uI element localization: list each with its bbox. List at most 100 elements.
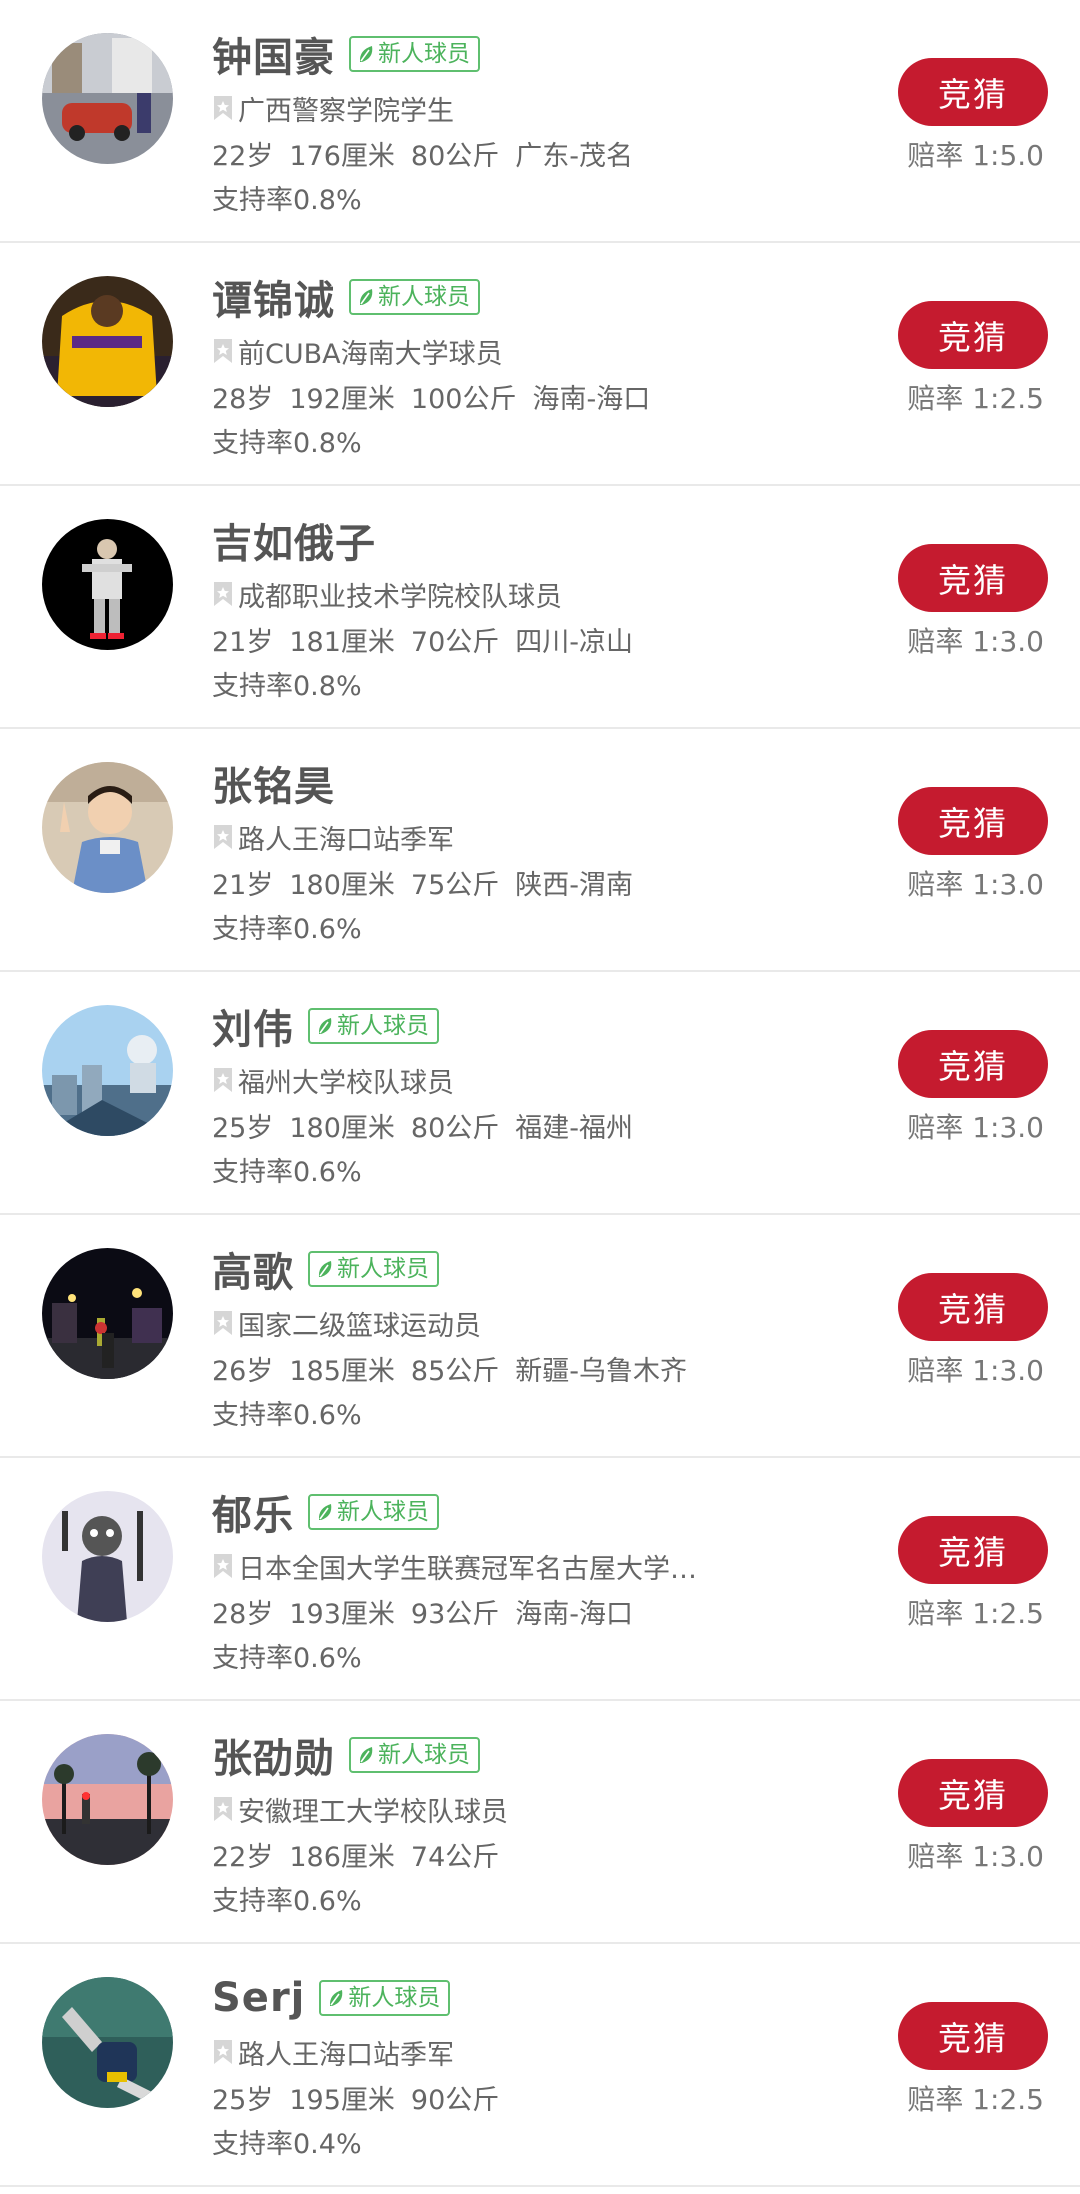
leaf-icon xyxy=(359,289,373,305)
bookmark-icon xyxy=(214,1797,232,1821)
new-player-badge: 新人球员 xyxy=(349,36,480,72)
bet-button[interactable]: 竞猜 xyxy=(898,58,1048,126)
avatar[interactable] xyxy=(42,1005,173,1136)
bookmark-icon xyxy=(214,96,232,120)
bet-button[interactable]: 竞猜 xyxy=(898,544,1048,612)
player-weight: 80公斤 xyxy=(410,141,500,172)
player-row[interactable]: 谭锦诚 新人球员 前CUBA海南大学球员 28岁 192厘米 100公斤 海南-海口 支持率0… xyxy=(0,243,1080,486)
player-info: 张劭勋 新人球员 安徽理工大学校队球员 22岁 186厘米 74公斤 支持率0.6% xyxy=(212,1727,880,1917)
badge-label: 新人球员 xyxy=(348,1985,441,2011)
odds-text: 赔率 1:3.0 xyxy=(907,1840,1044,1873)
player-region: 海南-海口 xyxy=(515,1599,634,1630)
player-weight: 100公斤 xyxy=(410,384,517,415)
player-height: 176厘米 xyxy=(289,141,395,172)
avatar[interactable] xyxy=(42,1977,173,2108)
avatar[interactable] xyxy=(42,1491,173,1622)
player-stats: 25岁 195厘米 90公斤 xyxy=(212,2078,880,2116)
bet-button[interactable]: 竞猜 xyxy=(898,1759,1048,1827)
player-name: 刘伟 xyxy=(212,1007,294,1053)
player-height: 195厘米 xyxy=(289,2085,395,2116)
player-info: 刘伟 新人球员 福州大学校队球员 25岁 180厘米 80公斤 福建-福州 支持率0.6% xyxy=(212,998,880,1188)
player-region: 广东-茂名 xyxy=(515,141,634,172)
player-region: 海南-海口 xyxy=(532,384,651,415)
support-rate: 支持率0.6% xyxy=(212,1157,362,1188)
player-region: 四川-凉山 xyxy=(515,627,634,658)
bookmark-icon xyxy=(214,2040,232,2064)
player-list: 钟国豪 新人球员 广西警察学院学生 22岁 176厘米 80公斤 广东-茂名 支持率0.8% 竞… xyxy=(0,0,1080,2187)
badge-label: 新人球员 xyxy=(337,1499,429,1525)
odds-text: 赔率 1:3.0 xyxy=(907,625,1044,658)
bookmark-icon xyxy=(214,1068,232,1092)
player-title-line: 国家二级篮球运动员 xyxy=(212,1305,880,1341)
player-row[interactable]: 张劭勋 新人球员 安徽理工大学校队球员 22岁 186厘米 74公斤 支持率0.6% 竞猜 赔率… xyxy=(0,1701,1080,1944)
player-row[interactable]: 高歌 新人球员 国家二级篮球运动员 26岁 185厘米 85公斤 新疆-乌鲁木齐 支持率0.6… xyxy=(0,1215,1080,1458)
player-row[interactable]: 刘伟 新人球员 福州大学校队球员 25岁 180厘米 80公斤 福建-福州 支持率0.6% 竞猜… xyxy=(0,972,1080,1215)
player-info: 谭锦诚 新人球员 前CUBA海南大学球员 28岁 192厘米 100公斤 海南-海口 支持率0… xyxy=(212,269,880,459)
player-age: 28岁 xyxy=(212,1599,274,1630)
player-stats: 28岁 193厘米 93公斤 海南-海口 xyxy=(212,1592,880,1630)
leaf-icon xyxy=(318,1504,332,1520)
player-age: 22岁 xyxy=(212,1842,274,1873)
player-age: 21岁 xyxy=(212,870,274,901)
bet-button[interactable]: 竞猜 xyxy=(898,2002,1048,2070)
player-region: 新疆-乌鲁木齐 xyxy=(515,1356,688,1387)
player-title: 安徽理工大学校队球员 xyxy=(238,1796,508,1828)
odds-text: 赔率 1:3.0 xyxy=(907,1354,1044,1387)
player-weight: 90公斤 xyxy=(410,2085,500,2116)
player-title-line: 广西警察学院学生 xyxy=(212,90,880,126)
avatar[interactable] xyxy=(42,33,173,164)
player-title-line: 路人王海口站季军 xyxy=(212,2034,880,2070)
player-row[interactable]: 吉如俄子 成都职业技术学院校队球员 21岁 181厘米 70公斤 四川-凉山 支持率0.8%… xyxy=(0,486,1080,729)
badge-label: 新人球员 xyxy=(378,1742,470,1768)
player-stats: 21岁 181厘米 70公斤 四川-凉山 xyxy=(212,620,880,658)
new-player-badge: 新人球员 xyxy=(308,1008,439,1044)
player-age: 25岁 xyxy=(212,1113,274,1144)
bet-button[interactable]: 竞猜 xyxy=(898,301,1048,369)
player-row[interactable]: 钟国豪 新人球员 广西警察学院学生 22岁 176厘米 80公斤 广东-茂名 支持率0.8% 竞… xyxy=(0,0,1080,243)
support-rate: 支持率0.8% xyxy=(212,428,362,459)
avatar[interactable] xyxy=(42,1734,173,1865)
player-title: 路人王海口站季军 xyxy=(238,824,454,856)
player-title: 日本全国大学生联赛冠军名古屋大学校队 xyxy=(238,1553,718,1585)
player-name: Serj xyxy=(212,1975,306,2021)
avatar[interactable] xyxy=(42,276,173,407)
player-name: 钟国豪 xyxy=(212,35,335,81)
support-rate: 支持率0.6% xyxy=(212,914,362,945)
player-row[interactable]: 郁乐 新人球员日本全国大学生联赛冠军名古屋大学校队 28岁 193厘米 93公斤 海南-海… xyxy=(0,1458,1080,1701)
player-age: 21岁 xyxy=(212,627,274,658)
bet-button[interactable]: 竞猜 xyxy=(898,787,1048,855)
player-title: 成都职业技术学院校队球员 xyxy=(238,581,562,613)
odds-text: 赔率 1:2.5 xyxy=(907,382,1044,415)
avatar[interactable] xyxy=(42,1248,173,1379)
bet-button[interactable]: 竞猜 xyxy=(898,1516,1048,1584)
new-player-badge: 新人球员 xyxy=(319,1980,451,2016)
odds-text: 赔率 1:2.5 xyxy=(907,1597,1044,1630)
player-name: 郁乐 xyxy=(212,1493,294,1539)
odds-text: 赔率 1:3.0 xyxy=(907,1111,1044,1144)
player-stats: 25岁 180厘米 80公斤 福建-福州 xyxy=(212,1106,880,1144)
player-row[interactable]: Serj 新人球员 路人王海口站季军 25岁 195厘米 90公斤 支持率0.4% 竞猜 赔率 … xyxy=(0,1944,1080,2187)
player-height: 180厘米 xyxy=(289,1113,395,1144)
new-player-badge: 新人球员 xyxy=(308,1494,439,1530)
support-rate: 支持率0.8% xyxy=(212,671,362,702)
leaf-icon xyxy=(359,1747,373,1763)
player-info: 吉如俄子 成都职业技术学院校队球员 21岁 181厘米 70公斤 四川-凉山 支持率0.8% xyxy=(212,512,880,702)
player-name: 高歌 xyxy=(212,1250,294,1296)
support-rate: 支持率0.6% xyxy=(212,1643,362,1674)
player-height: 185厘米 xyxy=(289,1356,395,1387)
player-row[interactable]: 张铭昊 路人王海口站季军 21岁 180厘米 75公斤 陕西-渭南 支持率0.6% 竞猜 赔率 … xyxy=(0,729,1080,972)
support-rate: 支持率0.6% xyxy=(212,1886,362,1917)
player-weight: 93公斤 xyxy=(410,1599,500,1630)
player-weight: 74公斤 xyxy=(410,1842,500,1873)
bet-button[interactable]: 竞猜 xyxy=(898,1030,1048,1098)
avatar[interactable] xyxy=(42,519,173,650)
player-title: 福州大学校队球员 xyxy=(238,1067,454,1099)
bet-button[interactable]: 竞猜 xyxy=(898,1273,1048,1341)
new-player-badge: 新人球员 xyxy=(308,1251,439,1287)
avatar-image xyxy=(42,276,173,407)
player-title-line: 成都职业技术学院校队球员 xyxy=(212,576,880,612)
leaf-icon xyxy=(318,1261,332,1277)
leaf-icon xyxy=(318,1018,332,1034)
player-name: 张劭勋 xyxy=(212,1736,335,1782)
avatar[interactable] xyxy=(42,762,173,893)
